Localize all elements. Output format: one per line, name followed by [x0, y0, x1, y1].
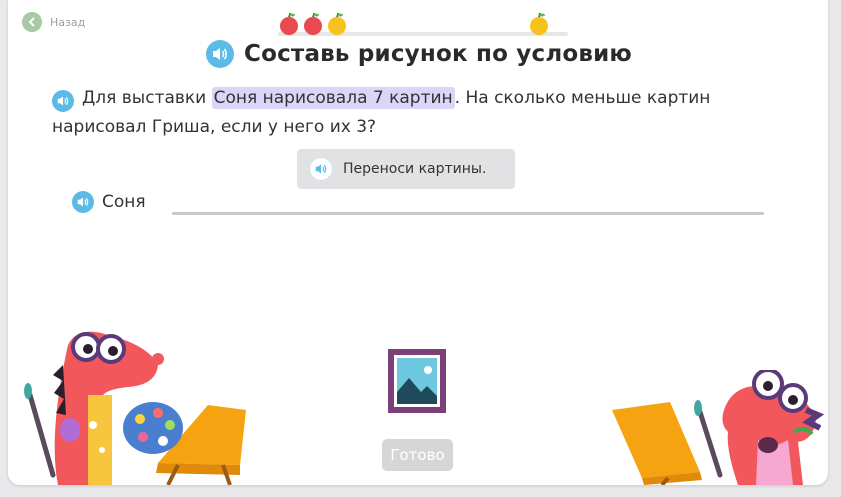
row-label-text: Соня — [102, 192, 146, 212]
back-label: Назад — [50, 15, 86, 29]
dinosaur-painter-illustration — [24, 331, 246, 485]
arrow-left-icon — [22, 12, 42, 32]
title-row: Составь рисунок по условию — [206, 40, 632, 68]
page-title: Составь рисунок по условию — [244, 41, 632, 67]
task-card: Назад Составь рисунок по условию Для выс… — [8, 0, 828, 485]
dinosaur-painter-illustration — [612, 370, 825, 485]
speaker-icon[interactable] — [206, 40, 234, 68]
speaker-icon[interactable] — [72, 191, 94, 213]
apple-icon — [280, 12, 298, 35]
done-button[interactable]: Готово — [382, 439, 453, 471]
lemon-icon — [328, 12, 346, 35]
task-text: Для выставки Соня нарисовала 7 картин. Н… — [52, 84, 772, 142]
apple-icon — [304, 12, 322, 35]
back-link[interactable]: Назад — [22, 12, 85, 32]
speaker-icon[interactable] — [309, 157, 333, 181]
picture-icon[interactable] — [386, 347, 448, 415]
task-highlight: Соня нарисовала 7 картин — [211, 87, 455, 109]
hint-label: Переноси картины. — [343, 161, 487, 177]
drop-zone-line[interactable] — [172, 212, 764, 215]
speaker-icon[interactable] — [52, 90, 74, 112]
task-text-before: Для выставки — [82, 88, 212, 108]
hint-box: Переноси картины. — [297, 149, 515, 189]
row-label-sonya: Соня — [72, 191, 146, 213]
progress-bar — [278, 8, 568, 38]
lemon-icon — [530, 12, 548, 35]
